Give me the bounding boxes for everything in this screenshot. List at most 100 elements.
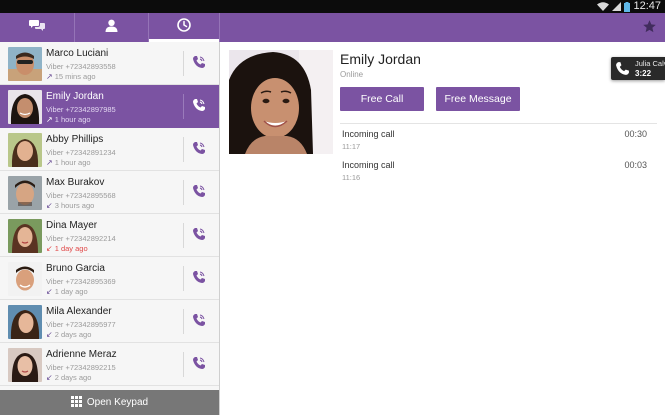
call-row-mila-alexander[interactable]: Mila Alexander Viber +72342895977 ↙ 2 day… (0, 300, 219, 343)
wifi-icon (597, 2, 610, 11)
signal-icon (612, 2, 622, 11)
call-button[interactable] (188, 53, 210, 75)
avatar (8, 262, 42, 296)
divider (183, 137, 184, 162)
contact-number: Viber +72342891234 (46, 148, 116, 157)
viber-phone-icon (192, 270, 206, 289)
divider (340, 123, 657, 124)
call-log-item: Incoming call 11:17 00:30 (342, 129, 647, 155)
contact-name: Marco Luciani (46, 48, 109, 59)
call-row-abby-phillips[interactable]: Abby Phillips Viber +72342891234 ↗ 1 hour… (0, 128, 219, 171)
open-keypad-button[interactable]: Open Keypad (0, 390, 219, 415)
call-button[interactable] (188, 354, 210, 376)
contact-number: Viber +72342895977 (46, 320, 116, 329)
free-message-button[interactable]: Free Message (436, 87, 520, 111)
call-row-emily-jordan[interactable]: Emily Jordan Viber +72342897985 ↗ 1 hour … (0, 85, 219, 128)
incoming-arrow-icon: ↙ (46, 329, 53, 339)
contact-name: Dina Mayer (46, 220, 98, 231)
call-time-text: 1 hour ago (54, 115, 91, 124)
chat-bubbles-icon (29, 19, 45, 37)
viber-phone-icon (192, 356, 206, 375)
call-row-dina-mayer[interactable]: Dina Mayer Viber +72342892214 ↙ 1 day ago (0, 214, 219, 257)
call-log-time: 11:16 (342, 173, 361, 182)
contact-name: Mila Alexander (46, 306, 112, 317)
tab-contacts[interactable] (74, 13, 148, 42)
contact-number: Viber +72342897985 (46, 105, 116, 114)
call-time: ↙ 1 day ago (46, 244, 88, 253)
call-time-text: 2 days ago (54, 373, 92, 382)
viber-phone-icon (192, 227, 206, 246)
status-icons: 12:47 (597, 0, 661, 13)
call-log-duration: 00:03 (624, 160, 647, 170)
call-time: ↙ 1 day ago (46, 287, 88, 296)
call-log-duration: 00:30 (624, 129, 647, 139)
contact-number: Viber +72342892215 (46, 363, 116, 372)
call-time: ↗ 15 mins ago (46, 72, 96, 81)
missed-arrow-icon: ↙ (46, 243, 53, 253)
contact-name: Abby Phillips (46, 134, 104, 145)
divider (183, 94, 184, 119)
online-status: Online (340, 70, 364, 79)
call-time-text: 1 day ago (54, 244, 88, 253)
battery-icon (624, 1, 631, 12)
divider (183, 266, 184, 291)
top-tab-bar (0, 13, 665, 42)
call-log-type: Incoming call (342, 129, 395, 139)
avatar (8, 47, 42, 81)
call-time-text: 1 hour ago (54, 158, 91, 167)
avatar (8, 176, 42, 210)
call-time-text: 2 days ago (54, 330, 92, 339)
contact-number: Viber +72342892214 (46, 234, 116, 243)
avatar (8, 90, 42, 124)
call-time: ↙ 2 days ago (46, 330, 91, 339)
keypad-label: Open Keypad (86, 397, 149, 408)
avatar (8, 133, 42, 167)
tab-chats[interactable] (0, 13, 74, 42)
outgoing-arrow-icon: ↗ (46, 114, 53, 124)
call-button[interactable] (188, 225, 210, 247)
call-row-adrienne-meraz[interactable]: Adrienne Meraz Viber +72342892215 ↙ 2 day… (0, 343, 219, 386)
status-time: 12:47 (633, 0, 661, 12)
call-button[interactable] (188, 139, 210, 161)
call-row-max-burakov[interactable]: Max Burakov Viber +72342895568 ↙ 3 hours … (0, 171, 219, 214)
ongoing-call-popup[interactable]: Julia Calv 3:22 (611, 57, 665, 80)
call-time-text: 15 mins ago (54, 72, 96, 81)
status-bar: 12:47 (0, 0, 665, 13)
tab-recents[interactable] (148, 13, 220, 42)
contact-name: Adrienne Meraz (46, 349, 117, 360)
incoming-arrow-icon: ↙ (46, 372, 53, 382)
call-button[interactable] (188, 268, 210, 290)
contact-number: Viber +72342893558 (46, 62, 116, 71)
keypad-grid-icon (70, 394, 82, 412)
call-time-text: 1 day ago (54, 287, 88, 296)
tab-favorites[interactable] (642, 19, 657, 39)
avatar (8, 348, 42, 382)
contact-number: Viber +72342895568 (46, 191, 116, 200)
incoming-arrow-icon: ↙ (46, 286, 53, 296)
call-row-bruno-garcia[interactable]: Bruno Garcia Viber +72342895369 ↙ 1 day a… (0, 257, 219, 300)
call-log-time: 11:17 (342, 142, 361, 151)
call-time: ↗ 1 hour ago (46, 158, 91, 167)
divider (183, 223, 184, 248)
phone-icon (615, 61, 630, 80)
divider (183, 352, 184, 377)
viber-phone-icon (192, 141, 206, 160)
divider (183, 51, 184, 76)
avatar (8, 219, 42, 253)
recent-calls-list[interactable]: Marco Luciani Viber +72342893558 ↗ 15 min… (0, 42, 220, 415)
call-button[interactable] (188, 96, 210, 118)
viber-app: 12:47 Marco Luciani Viber +72342893558 ↗… (0, 0, 665, 415)
outgoing-arrow-icon: ↗ (46, 157, 53, 167)
contact-name-heading: Emily Jordan (340, 51, 421, 67)
contact-name: Max Burakov (46, 177, 105, 188)
contact-photo (229, 50, 333, 154)
call-button[interactable] (188, 182, 210, 204)
free-call-button[interactable]: Free Call (340, 87, 424, 111)
call-time-text: 3 hours ago (54, 201, 95, 210)
viber-phone-icon (192, 313, 206, 332)
contact-name: Emily Jordan (46, 91, 104, 102)
call-button[interactable] (188, 311, 210, 333)
call-time: ↙ 3 hours ago (46, 201, 94, 210)
contact-name: Bruno Garcia (46, 263, 105, 274)
call-row-marco-luciani[interactable]: Marco Luciani Viber +72342893558 ↗ 15 min… (0, 42, 219, 85)
